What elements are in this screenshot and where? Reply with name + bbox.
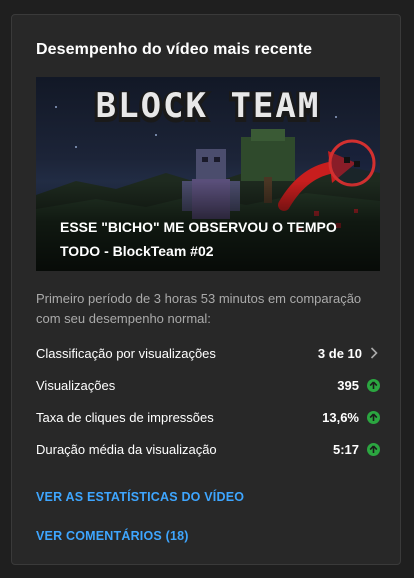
metrics-list: Classificação por visualizações 3 de 10 … [36, 337, 380, 465]
view-comments-link[interactable]: VER COMENTÁRIOS (18) [36, 529, 189, 543]
metric-value: 13,6% [322, 409, 359, 425]
view-stats-link[interactable]: VER AS ESTATÍSTICAS DO VÍDEO [36, 490, 244, 504]
latest-video-performance-card: Desempenho do vídeo mais recente BLOCK T… [11, 14, 401, 565]
video-thumbnail[interactable]: BLOCK TEAM BLOCK TEAM ESSE "BICHO" ME OB… [36, 77, 380, 271]
video-title: ESSE "BICHO" ME OBSERVOU O TEMPO TODO - … [60, 219, 337, 259]
metric-value: 5:17 [332, 441, 359, 457]
metric-row-avg-duration: Duração média da visualização 5:17 [36, 433, 380, 465]
metric-label: Classificação por visualizações [36, 345, 216, 361]
metric-label: Visualizações [36, 377, 116, 393]
arrow-up-icon [367, 378, 380, 392]
metric-row-views: Visualizações 395 [36, 369, 380, 401]
metric-value: 395 [337, 377, 359, 393]
metric-label: Taxa de cliques de impressões [36, 409, 214, 425]
arrow-up-icon [367, 442, 380, 456]
card-title: Desempenho do vídeo mais recente [36, 41, 313, 58]
metric-row-ranking[interactable]: Classificação por visualizações 3 de 10 [36, 337, 380, 369]
metric-value: 3 de 10 [317, 345, 362, 361]
metric-row-ctr: Taxa de cliques de impressões 13,6% [36, 401, 380, 433]
metric-label: Duração média da visualização [36, 441, 217, 457]
thumbnail-logo-text: BLOCK TEAM [96, 86, 321, 126]
comparison-period-text: Primeiro período de 3 horas 53 minutos e… [36, 291, 362, 326]
arrow-up-icon [367, 410, 380, 424]
chevron-right-icon[interactable] [368, 346, 380, 360]
